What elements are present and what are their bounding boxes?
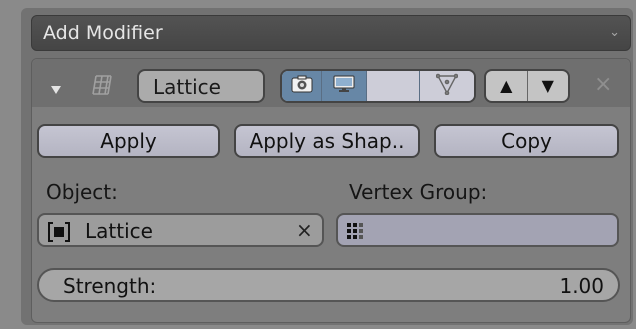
render-toggle[interactable] (282, 71, 322, 101)
object-field[interactable]: Lattice × (37, 213, 324, 247)
on-cage-toggle[interactable] (419, 71, 474, 101)
chevron-down-icon: ⌄ (609, 25, 620, 40)
add-modifier-menu[interactable]: Add Modifier ⌄ (31, 15, 631, 51)
remove-modifier-button[interactable]: × (594, 72, 612, 97)
vertex-group-label: Vertex Group: (349, 180, 488, 204)
move-up-button[interactable]: ▲ (486, 71, 527, 101)
edit-mode-toggle[interactable] (366, 71, 420, 101)
on-cage-icon (435, 73, 459, 99)
expand-triangle-icon[interactable] (51, 80, 61, 99)
clear-object-button[interactable]: × (296, 218, 313, 242)
move-down-button[interactable]: ▼ (526, 71, 569, 101)
move-buttons: ▲ ▼ (484, 69, 570, 103)
object-label: Object: (46, 180, 118, 204)
strength-value: 1.00 (559, 274, 604, 298)
strength-label: Strength: (63, 274, 157, 298)
vertex-group-icon (346, 222, 364, 244)
object-value: Lattice (85, 219, 153, 243)
lattice-modifier-icon (90, 73, 114, 101)
modifier-name-value: Lattice (153, 75, 221, 99)
camera-render-icon (291, 75, 313, 97)
copy-button[interactable]: Copy (434, 124, 619, 158)
apply-button[interactable]: Apply (37, 124, 220, 158)
apply-as-shape-button[interactable]: Apply as Shap.. (234, 124, 420, 158)
monitor-viewport-icon (333, 75, 355, 97)
add-modifier-label: Add Modifier (43, 22, 163, 44)
visibility-toggles (280, 69, 476, 103)
strength-slider[interactable]: Strength: 1.00 (37, 268, 620, 302)
viewport-toggle[interactable] (321, 71, 367, 101)
vertex-group-field[interactable] (336, 213, 619, 247)
object-data-icon (47, 221, 71, 247)
modifier-name-field[interactable]: Lattice (137, 69, 265, 103)
